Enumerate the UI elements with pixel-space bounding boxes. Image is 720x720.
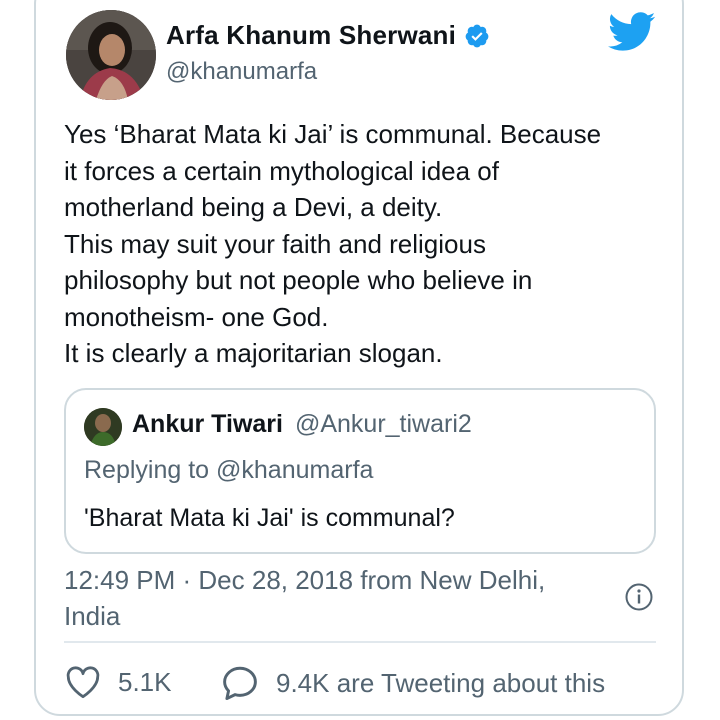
- quoted-tweet-text: 'Bharat Mata ki Jai' is communal?: [84, 504, 455, 532]
- verified-badge-icon: [465, 24, 489, 47]
- timestamp-location[interactable]: 12:49 PM · Dec 28, 2018 from New Delhi, …: [64, 562, 604, 634]
- author-avatar[interactable]: [66, 10, 156, 100]
- author-name[interactable]: Arfa Khanum Sherwani: [166, 20, 456, 51]
- info-icon[interactable]: [624, 582, 654, 612]
- author-handle[interactable]: @khanumarfa: [166, 58, 317, 86]
- like-stat[interactable]: 5.1K: [64, 665, 172, 699]
- conversation-stat[interactable]: 9.4K are Tweeting about this: [220, 665, 605, 701]
- twitter-bird-icon[interactable]: [608, 12, 656, 52]
- quoted-name-row: Ankur Tiwari @Ankur_tiwari2: [132, 410, 472, 439]
- replying-to-text: Replying to @khanumarfa: [84, 456, 374, 484]
- quoted-author-handle[interactable]: @Ankur_tiwari2: [295, 410, 472, 439]
- quoted-author-name[interactable]: Ankur Tiwari: [132, 410, 283, 439]
- tweet-text: Yes ‘Bharat Mata ki Jai’ is communal. Be…: [64, 119, 602, 368]
- quoted-author-avatar[interactable]: [84, 408, 122, 446]
- divider: [64, 641, 656, 643]
- author-name-row: Arfa Khanum Sherwani: [166, 20, 490, 51]
- heart-icon[interactable]: [64, 665, 102, 699]
- like-count: 5.1K: [118, 666, 172, 697]
- speech-bubble-icon[interactable]: [220, 665, 260, 701]
- conversation-text: 9.4K are Tweeting about this: [276, 667, 606, 698]
